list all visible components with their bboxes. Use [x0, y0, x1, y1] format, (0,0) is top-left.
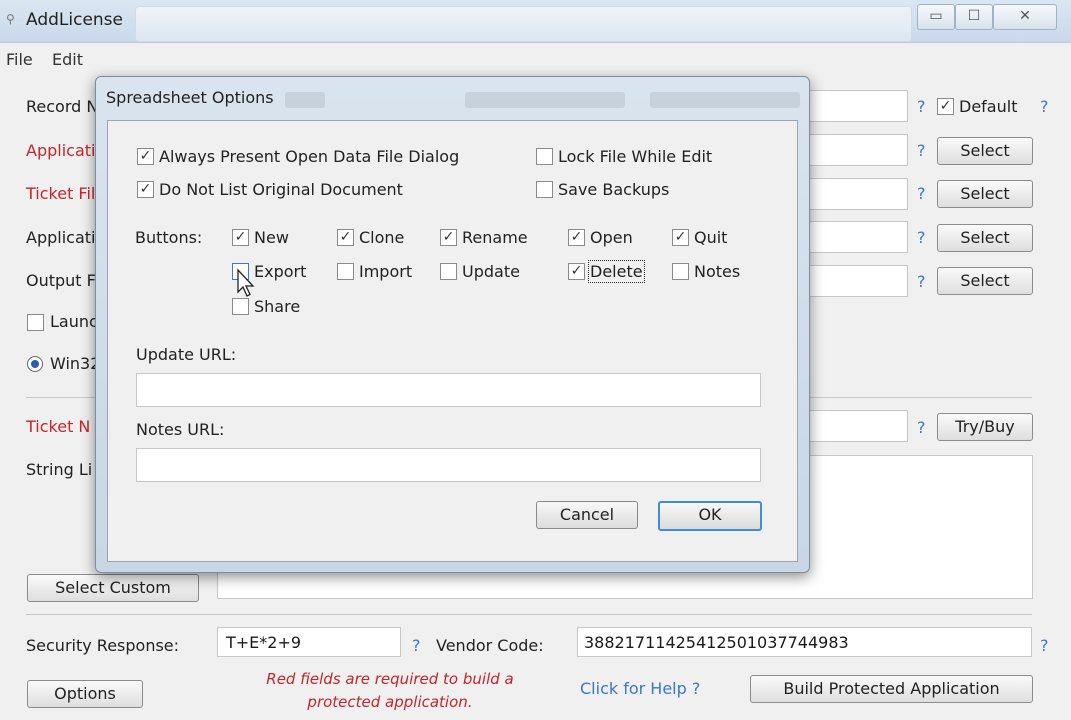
- open-label: Open: [590, 228, 633, 247]
- title-ghost: [650, 92, 800, 108]
- ticket-file-label: Ticket Fil: [26, 184, 96, 203]
- title-ghost: [285, 92, 325, 108]
- build-protected-application-button[interactable]: Build Protected Application: [750, 675, 1033, 703]
- select-application-button[interactable]: Select: [937, 137, 1033, 165]
- help-link[interactable]: Click for Help ?: [580, 679, 700, 698]
- security-response-field[interactable]: T+E*2+9: [217, 627, 401, 657]
- update-label: Update: [462, 262, 520, 281]
- window-title: AddLicense: [26, 10, 124, 30]
- title-ghost: [465, 92, 625, 108]
- rename-checkbox[interactable]: ✓: [440, 229, 457, 246]
- lock-file-checkbox[interactable]: [536, 148, 553, 165]
- vendor-code-label: Vendor Code:: [436, 636, 544, 655]
- quit-checkbox[interactable]: ✓: [672, 229, 689, 246]
- notes-label: Notes: [694, 262, 741, 281]
- mouse-pointer-icon: [237, 268, 255, 297]
- import-label: Import: [359, 262, 413, 281]
- buttons-label: Buttons:: [135, 228, 203, 247]
- always-present-checkbox[interactable]: ✓: [137, 148, 154, 165]
- menu-bar: [0, 44, 1071, 72]
- help-application2-icon[interactable]: ?: [917, 228, 926, 247]
- output-label: Output F: [26, 271, 96, 290]
- string-list-label: String Li: [26, 460, 93, 479]
- divider: [26, 614, 1032, 615]
- help-security-icon[interactable]: ?: [412, 636, 421, 655]
- help-application-icon[interactable]: ?: [917, 141, 926, 160]
- application2-label: Applicati: [26, 228, 96, 247]
- help-vendor-icon[interactable]: ?: [1040, 636, 1049, 655]
- win32-label: Win32: [50, 354, 101, 373]
- clone-checkbox[interactable]: ✓: [337, 229, 354, 246]
- cancel-button[interactable]: Cancel: [536, 501, 638, 529]
- close-button[interactable]: ✕: [993, 4, 1057, 30]
- application-label: Applicati: [26, 141, 96, 160]
- options-button[interactable]: Options: [27, 680, 143, 708]
- menu-edit[interactable]: Edit: [52, 50, 83, 69]
- help-output-icon[interactable]: ?: [917, 272, 926, 291]
- delete-checkbox[interactable]: ✓: [568, 263, 585, 280]
- ticket-number-label: Ticket N: [26, 417, 91, 436]
- update-url-field[interactable]: [136, 373, 761, 407]
- ok-button[interactable]: OK: [658, 501, 762, 531]
- new-label: New: [254, 228, 289, 247]
- notes-url-field[interactable]: [136, 448, 761, 482]
- required-note: Red fields are required to build a prote…: [240, 668, 540, 714]
- select-custom-button[interactable]: Select Custom: [27, 574, 199, 602]
- export-label: Export: [254, 262, 307, 281]
- launch-checkbox[interactable]: [27, 314, 44, 331]
- required-note-line2: protected application.: [307, 693, 473, 711]
- delete-label: Delete: [588, 260, 645, 283]
- minimize-button[interactable]: ▭: [917, 4, 955, 30]
- title-bar-glass: [135, 6, 912, 42]
- rename-label: Rename: [462, 228, 528, 247]
- update-checkbox[interactable]: [440, 263, 457, 280]
- new-checkbox[interactable]: ✓: [232, 229, 249, 246]
- license-icon: ⚲: [6, 12, 15, 26]
- launch-label: Launc: [50, 312, 98, 331]
- help-default-icon[interactable]: ?: [1040, 97, 1049, 116]
- help-record-icon[interactable]: ?: [917, 97, 926, 116]
- save-backups-label: Save Backups: [558, 180, 670, 199]
- try-buy-button[interactable]: Try/Buy: [937, 413, 1033, 441]
- do-not-list-label: Do Not List Original Document: [159, 180, 403, 199]
- update-url-label: Update URL:: [136, 345, 237, 364]
- always-present-label: Always Present Open Data File Dialog: [159, 147, 460, 166]
- win32-radio[interactable]: [27, 356, 43, 372]
- select-application2-button[interactable]: Select: [937, 224, 1033, 252]
- notes-url-label: Notes URL:: [136, 420, 225, 439]
- vendor-code-field[interactable]: 38821711425412501037744983: [577, 627, 1032, 657]
- record-label: Record N: [26, 97, 99, 116]
- default-checkbox[interactable]: ✓: [937, 98, 954, 115]
- notes-checkbox[interactable]: [672, 263, 689, 280]
- quit-label: Quit: [694, 228, 728, 247]
- security-response-label: Security Response:: [26, 636, 180, 655]
- help-ticket-file-icon[interactable]: ?: [917, 184, 926, 203]
- default-label: Default: [959, 97, 1018, 116]
- share-label: Share: [254, 297, 301, 316]
- maximize-button[interactable]: ☐: [955, 4, 993, 30]
- share-checkbox[interactable]: [232, 298, 249, 315]
- select-ticket-file-button[interactable]: Select: [937, 180, 1033, 208]
- help-ticket-number-icon[interactable]: ?: [917, 418, 926, 437]
- lock-file-label: Lock File While Edit: [558, 147, 713, 166]
- open-checkbox[interactable]: ✓: [568, 229, 585, 246]
- save-backups-checkbox[interactable]: [536, 181, 553, 198]
- radio-dot-icon: [31, 360, 39, 368]
- import-checkbox[interactable]: [337, 263, 354, 280]
- menu-file[interactable]: File: [6, 50, 33, 69]
- do-not-list-checkbox[interactable]: ✓: [137, 181, 154, 198]
- select-output-button[interactable]: Select: [937, 267, 1033, 295]
- dialog-title: Spreadsheet Options: [106, 88, 274, 107]
- required-note-line1: Red fields are required to build a: [266, 670, 514, 688]
- clone-label: Clone: [359, 228, 405, 247]
